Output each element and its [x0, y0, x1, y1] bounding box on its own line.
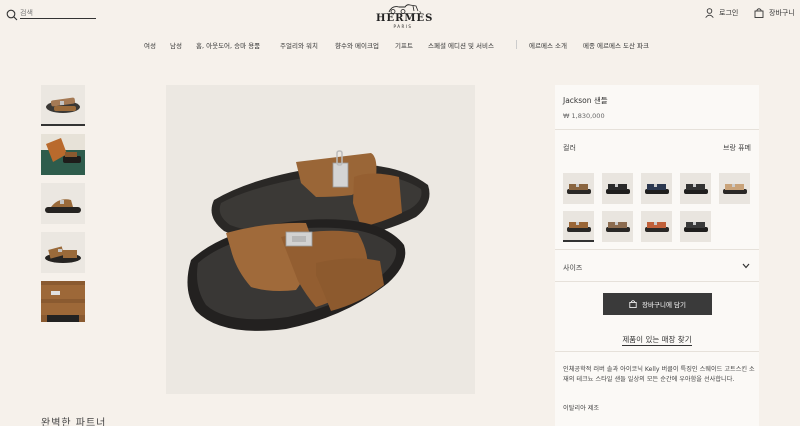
thumbnail-1[interactable]: [41, 85, 85, 126]
logo-wordmark: HERMÈS: [376, 13, 434, 24]
login-button[interactable]: 로그인: [705, 8, 738, 18]
sandal-swatch-image: [645, 222, 669, 232]
product-description: 인체공학적 러버 솔과 아이코닉 Kelly 버클이 특징인 스웨이드 고트스킨…: [563, 366, 755, 383]
nav-item-gifts[interactable]: 기프트: [395, 40, 413, 50]
nav-item-perfume-makeup[interactable]: 향수와 메이크업: [335, 40, 379, 50]
color-swatch-3[interactable]: [641, 173, 672, 204]
shopping-bag-icon: [629, 300, 637, 308]
sandal-swatch-image: [723, 184, 747, 194]
sandal-pair-image: [46, 97, 80, 113]
product-origin: 이탈리아 제조: [563, 405, 600, 412]
sandal-swatch-image: [684, 222, 708, 232]
sandal-angle-image: [45, 246, 81, 263]
size-label[interactable]: 사이즈: [563, 263, 582, 273]
shopping-bag-icon: [754, 8, 764, 18]
color-swatch-2[interactable]: [602, 173, 633, 204]
add-to-cart-button[interactable]: 장바구니에 담기: [603, 293, 712, 315]
color-label: 컬러: [563, 144, 576, 152]
sandal-top-image: [41, 281, 85, 322]
nav-item-maison-dosan-park[interactable]: 메종 에르메스 도산 파크: [583, 40, 649, 50]
sandal-swatch-image: [567, 184, 591, 194]
jackson-sandal-illustration: [187, 150, 430, 331]
add-to-cart-label: 장바구니에 담기: [642, 301, 686, 309]
color-swatch-8[interactable]: [641, 211, 672, 242]
color-swatch-4[interactable]: [680, 173, 711, 204]
sandal-swatch-image: [567, 222, 591, 232]
product-panel: Jackson 샌들 ₩ 1,830,000 컬러 브랑 퓨메 사이즈 장바구니…: [555, 85, 759, 426]
sandal-swatch-image: [606, 184, 630, 194]
thumbnail-2[interactable]: [41, 134, 85, 175]
search-bar[interactable]: [6, 7, 96, 21]
product-price: ₩ 1,830,000: [563, 112, 605, 120]
find-store-label[interactable]: 제품이 있는 매장 찾기: [622, 335, 692, 346]
cart-button[interactable]: 장바구니: [754, 8, 795, 18]
nav-item-home-outdoor[interactable]: 홈, 아웃도어, 승마 용품: [196, 40, 260, 50]
search-input[interactable]: [20, 7, 96, 19]
sandal-swatch-image: [645, 184, 669, 194]
nav-item-about-hermes[interactable]: 에르메스 소개: [529, 40, 567, 50]
divider: [555, 249, 759, 250]
divider: [555, 351, 759, 352]
color-swatch-7[interactable]: [602, 211, 633, 242]
thumbnail-5[interactable]: [41, 281, 85, 322]
color-swatch-1[interactable]: [563, 173, 594, 204]
nav-item-men[interactable]: 남성: [170, 40, 182, 50]
color-swatch-9[interactable]: [680, 211, 711, 242]
logo-subtitle: PARIS: [393, 24, 413, 29]
main-navigation: 여성 남성 홈, 아웃도어, 승마 용품 주얼리와 워치 향수와 메이크업 기프…: [0, 40, 800, 52]
section-title-perfect-partner: 완벽한 파트너: [41, 418, 107, 426]
selected-color-name: 브랑 퓨메: [723, 144, 751, 152]
sandal-swatch-image: [684, 184, 708, 194]
thumbnail-3[interactable]: [41, 183, 85, 224]
color-swatch-5[interactable]: [719, 173, 750, 204]
product-name: Jackson 샌들: [563, 96, 608, 105]
nav-divider: [516, 40, 517, 49]
divider: [555, 129, 759, 130]
main-product-image[interactable]: [166, 85, 475, 394]
cart-label: 장바구니: [769, 9, 795, 17]
find-store-link[interactable]: 제품이 있는 매장 찾기: [555, 334, 759, 346]
search-icon[interactable]: [6, 9, 18, 21]
thumbnail-4[interactable]: [41, 232, 85, 273]
divider: [555, 281, 759, 282]
nav-item-women[interactable]: 여성: [144, 40, 156, 50]
color-swatch-6-selected[interactable]: [563, 211, 594, 242]
hermes-logo[interactable]: HERMÈS PARIS: [376, 2, 434, 30]
login-label: 로그인: [719, 9, 739, 17]
sandal-side-image: [45, 199, 81, 213]
nav-item-special-editions[interactable]: 스페셜 에디션 및 서비스: [428, 40, 494, 50]
sandal-swatch-image: [606, 222, 630, 232]
nav-item-jewelry-watches[interactable]: 주얼리와 워치: [280, 40, 318, 50]
chevron-down-icon[interactable]: [742, 263, 750, 269]
lifestyle-image: [41, 134, 85, 175]
user-icon: [705, 8, 714, 18]
